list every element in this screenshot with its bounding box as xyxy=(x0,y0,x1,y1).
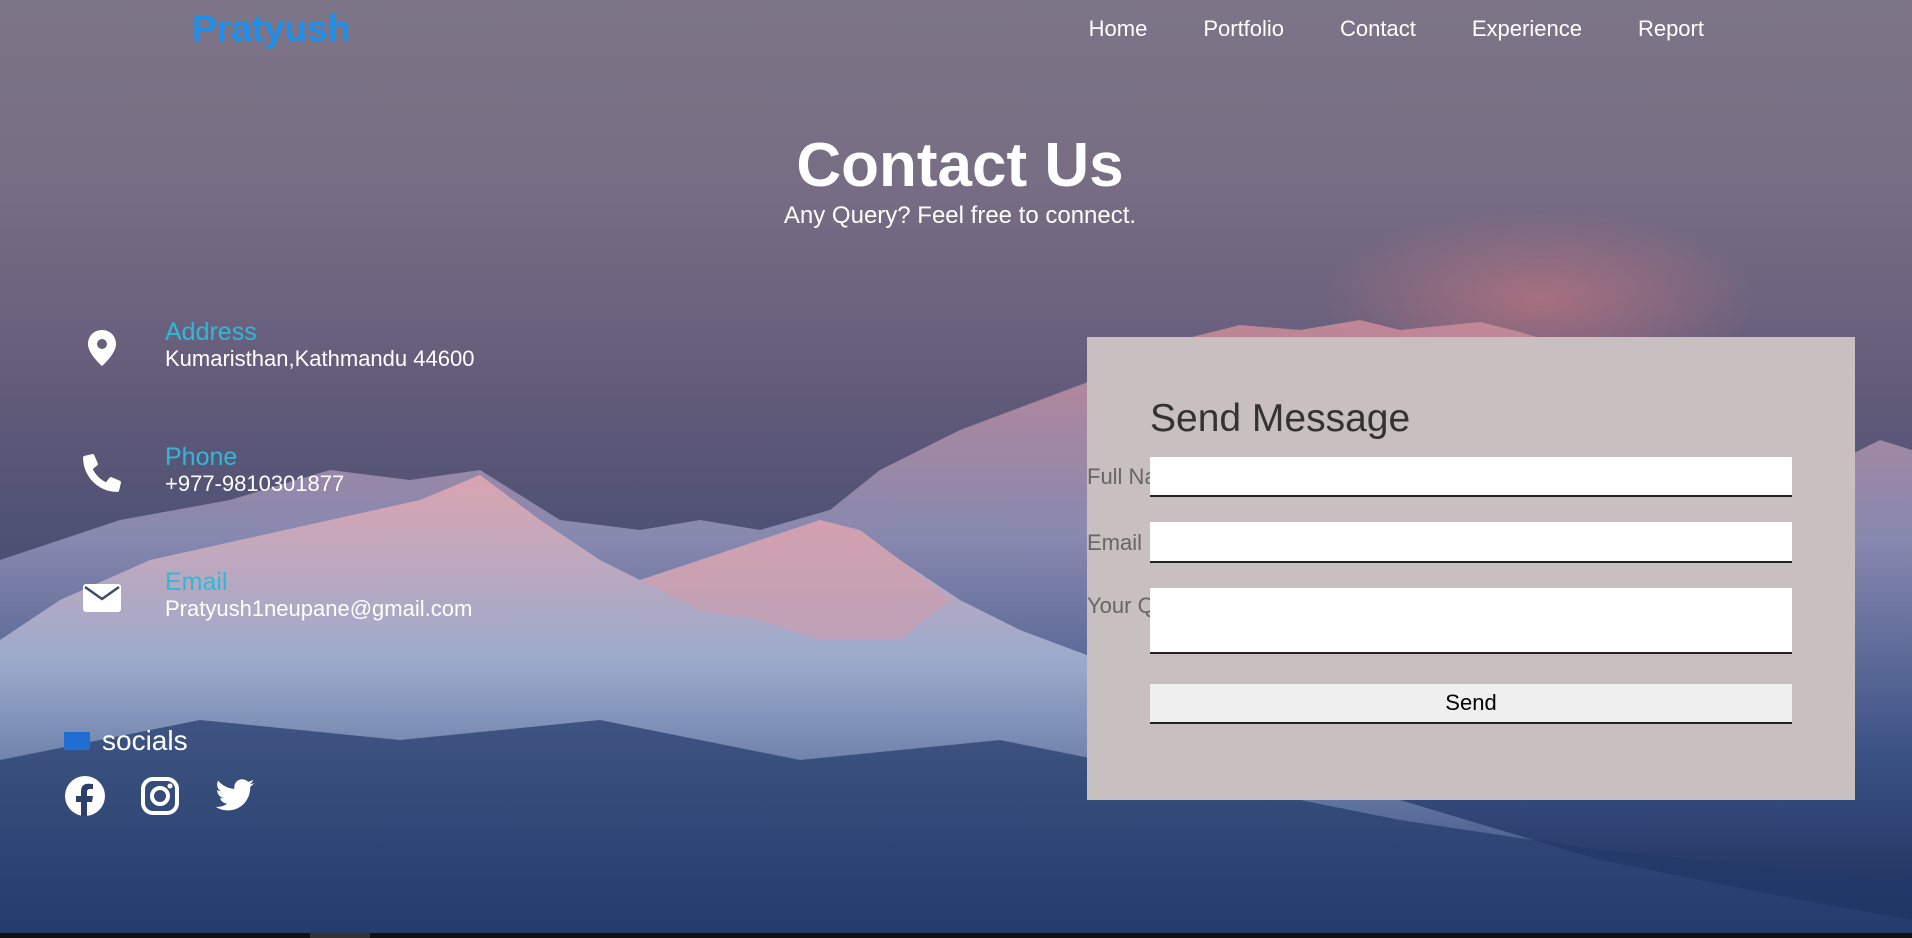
address-value: Kumaristhan,Kathmandu 44600 xyxy=(165,346,475,371)
socials-heading: socials xyxy=(64,725,188,757)
main-nav: Home Portfolio Contact Experience Report xyxy=(1033,16,1704,42)
phone-icon xyxy=(82,451,122,495)
send-button[interactable]: Send xyxy=(1150,684,1792,724)
phone-info: Phone +977-9810301877 xyxy=(82,443,582,503)
facebook-icon[interactable] xyxy=(64,775,106,817)
address-label: Address xyxy=(165,318,257,346)
form-title: Send Message xyxy=(1150,397,1411,440)
social-links xyxy=(64,775,289,817)
phone-label: Phone xyxy=(165,443,238,471)
nav-portfolio[interactable]: Portfolio xyxy=(1203,16,1284,42)
email-label: Email xyxy=(165,568,228,596)
page-subtitle: Any Query? Feel free to connect. xyxy=(783,202,1137,229)
site-logo[interactable]: Pratyush xyxy=(192,8,350,50)
nav-report[interactable]: Report xyxy=(1638,16,1704,42)
page-title: Contact Us xyxy=(796,131,1124,200)
phone-value: +977-9810301877 xyxy=(165,471,345,496)
address-info: Address Kumaristhan,Kathmandu 44600 xyxy=(82,318,582,378)
socials-marker xyxy=(64,732,90,750)
envelope-icon xyxy=(82,576,122,620)
email-info: Email Pratyush1neupane@gmail.com xyxy=(82,568,582,628)
twitter-icon[interactable] xyxy=(214,775,256,817)
email-field-label: Email xyxy=(1087,530,1143,555)
nav-experience[interactable]: Experience xyxy=(1472,16,1582,42)
location-pin-icon xyxy=(82,326,122,370)
instagram-icon[interactable] xyxy=(139,775,181,817)
email-value: Pratyush1neupane@gmail.com xyxy=(165,596,473,621)
email-input[interactable] xyxy=(1150,522,1792,563)
socials-title: socials xyxy=(102,725,188,756)
scrollbar-thumb[interactable] xyxy=(310,933,370,938)
nav-home[interactable]: Home xyxy=(1089,16,1148,42)
query-textarea[interactable] xyxy=(1150,588,1792,654)
contact-form: Send Message Full Name Email Your Query … xyxy=(1087,337,1855,800)
full-name-input[interactable] xyxy=(1150,457,1792,497)
nav-contact[interactable]: Contact xyxy=(1340,16,1416,42)
bottom-scrollbar[interactable] xyxy=(0,933,1912,938)
